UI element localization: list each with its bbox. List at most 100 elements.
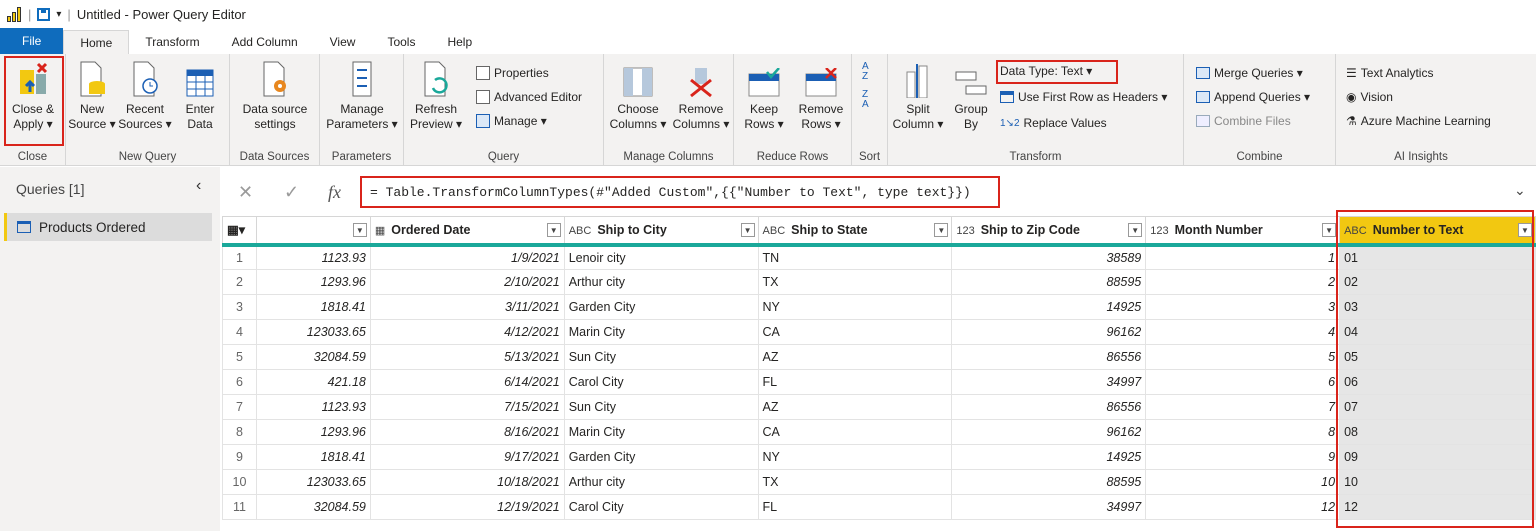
table-cell[interactable]: 14925	[951, 444, 1147, 470]
new-source-button[interactable]: New Source ▾	[68, 58, 116, 132]
table-cell[interactable]: 123033.65	[255, 469, 371, 495]
table-cell[interactable]: NY	[757, 294, 953, 320]
table-cell[interactable]: 2	[1145, 269, 1341, 295]
table-cell[interactable]: 88595	[951, 469, 1147, 495]
table-cell[interactable]: 88595	[951, 269, 1147, 295]
table-cell[interactable]: Carol City	[563, 494, 759, 520]
table-cell[interactable]: 96162	[951, 319, 1147, 345]
table-cell[interactable]: 8	[1145, 419, 1341, 445]
column-filter-icon[interactable]: ▼	[352, 223, 367, 237]
remove-rows-button[interactable]: Remove Rows ▾	[792, 58, 850, 132]
tab-file[interactable]: File	[0, 28, 64, 54]
tab-help[interactable]: Help	[431, 30, 488, 54]
manage-query-button[interactable]: Manage ▾	[476, 114, 547, 128]
table-cell[interactable]: TX	[757, 469, 953, 495]
keep-rows-button[interactable]: Keep Rows ▾	[736, 58, 792, 132]
table-cell[interactable]: 9/17/2021	[369, 444, 565, 470]
table-cell[interactable]: FL	[757, 369, 953, 395]
sort-ascending-icon[interactable]: AZ	[862, 62, 869, 82]
group-by-button[interactable]: Group By	[946, 58, 996, 132]
fx-icon[interactable]: fx	[328, 182, 341, 203]
table-cell[interactable]: 10/18/2021	[369, 469, 565, 495]
query-item-products-ordered[interactable]: Products Ordered	[4, 213, 212, 241]
table-cell[interactable]: 8/16/2021	[369, 419, 565, 445]
refresh-preview-button[interactable]: Refresh Preview ▾	[406, 58, 466, 132]
tab-tools[interactable]: Tools	[371, 30, 431, 54]
tab-transform[interactable]: Transform	[129, 30, 215, 54]
table-cell[interactable]: Arthur city	[563, 469, 759, 495]
column-header[interactable]: ▦ Ordered Date ▼	[369, 216, 565, 247]
table-cell[interactable]: 9	[1145, 444, 1341, 470]
column-filter-icon[interactable]: ▼	[1322, 223, 1337, 237]
save-icon[interactable]	[37, 7, 51, 21]
enter-data-button[interactable]: Enter Data	[176, 58, 224, 132]
collapse-pane-icon[interactable]: ‹	[196, 177, 201, 195]
table-cell[interactable]: 4	[1145, 319, 1341, 345]
table-cell[interactable]: 10	[1145, 469, 1341, 495]
vision-button[interactable]: ◉ Vision	[1346, 90, 1393, 104]
tab-add-column[interactable]: Add Column	[216, 30, 314, 54]
table-cell[interactable]: 12	[1145, 494, 1341, 520]
table-cell[interactable]: TN	[757, 244, 953, 270]
column-filter-icon[interactable]: ▼	[546, 223, 561, 237]
table-cell[interactable]: Arthur city	[563, 269, 759, 295]
properties-button[interactable]: Properties	[476, 66, 549, 80]
table-cell[interactable]: 5/13/2021	[369, 344, 565, 370]
table-cell[interactable]: Marin City	[563, 419, 759, 445]
table-cell[interactable]: 1123.93	[255, 394, 371, 420]
table-cell[interactable]: CA	[757, 419, 953, 445]
table-cell[interactable]: 4/12/2021	[369, 319, 565, 345]
replace-values-button[interactable]: 1↘2 Replace Values	[1000, 116, 1107, 130]
table-cell[interactable]: 2/10/2021	[369, 269, 565, 295]
column-header[interactable]: 123 Ship to Zip Code ▼	[951, 216, 1147, 247]
table-cell[interactable]: 6/14/2021	[369, 369, 565, 395]
text-analytics-button[interactable]: ☰ Text Analytics	[1346, 66, 1433, 80]
table-cell[interactable]: Lenoir city	[563, 244, 759, 270]
table-cell[interactable]: 34997	[951, 494, 1147, 520]
commit-formula-icon[interactable]: ✓	[284, 182, 299, 203]
table-cell[interactable]: 12/19/2021	[369, 494, 565, 520]
use-first-row-headers-button[interactable]: Use First Row as Headers ▾	[1000, 90, 1167, 104]
tab-view[interactable]: View	[314, 30, 372, 54]
column-header[interactable]: 123 Month Number ▼	[1145, 216, 1341, 247]
table-cell[interactable]: 1293.96	[255, 269, 371, 295]
manage-parameters-button[interactable]: Manage Parameters ▾	[322, 58, 402, 132]
quick-access-dropdown-icon[interactable]: ▾	[56, 9, 61, 20]
table-cell[interactable]: 32084.59	[255, 344, 371, 370]
table-cell[interactable]: 7	[1145, 394, 1341, 420]
table-cell[interactable]: Sun City	[563, 394, 759, 420]
choose-columns-button[interactable]: Choose Columns ▾	[606, 58, 670, 132]
cancel-formula-icon[interactable]: ✕	[238, 182, 253, 203]
split-column-button[interactable]: Split Column ▾	[892, 58, 944, 132]
column-header[interactable]: ABC Ship to City ▼	[563, 216, 759, 247]
table-cell[interactable]: 6	[1145, 369, 1341, 395]
table-cell[interactable]: 7/15/2021	[369, 394, 565, 420]
table-cell[interactable]: AZ	[757, 344, 953, 370]
recent-sources-button[interactable]: Recent Sources ▾	[116, 58, 174, 132]
table-cell[interactable]: 96162	[951, 419, 1147, 445]
column-filter-icon[interactable]: ▼	[1128, 223, 1143, 237]
table-cell[interactable]: FL	[757, 494, 953, 520]
tab-home[interactable]: Home	[63, 30, 130, 54]
table-cell[interactable]: 32084.59	[255, 494, 371, 520]
table-cell[interactable]: 5	[1145, 344, 1341, 370]
expand-formula-icon[interactable]: ⌄	[1514, 182, 1526, 199]
table-cell[interactable]: 1	[1145, 244, 1341, 270]
merge-queries-button[interactable]: Merge Queries ▾	[1196, 66, 1303, 80]
remove-columns-button[interactable]: Remove Columns ▾	[670, 58, 732, 132]
table-cell[interactable]: 1818.41	[255, 294, 371, 320]
table-cell[interactable]: 1818.41	[255, 444, 371, 470]
table-cell[interactable]: Sun City	[563, 344, 759, 370]
table-cell[interactable]: 86556	[951, 344, 1147, 370]
column-filter-icon[interactable]: ▼	[934, 223, 949, 237]
table-cell[interactable]: 1/9/2021	[369, 244, 565, 270]
table-cell[interactable]: 14925	[951, 294, 1147, 320]
column-filter-icon[interactable]: ▼	[740, 223, 755, 237]
table-menu-button[interactable]: ▦▾	[222, 216, 257, 247]
table-cell[interactable]: Carol City	[563, 369, 759, 395]
table-cell[interactable]: TX	[757, 269, 953, 295]
table-cell[interactable]: 123033.65	[255, 319, 371, 345]
combine-files-button[interactable]: Combine Files	[1196, 114, 1291, 128]
table-cell[interactable]: NY	[757, 444, 953, 470]
table-cell[interactable]: CA	[757, 319, 953, 345]
